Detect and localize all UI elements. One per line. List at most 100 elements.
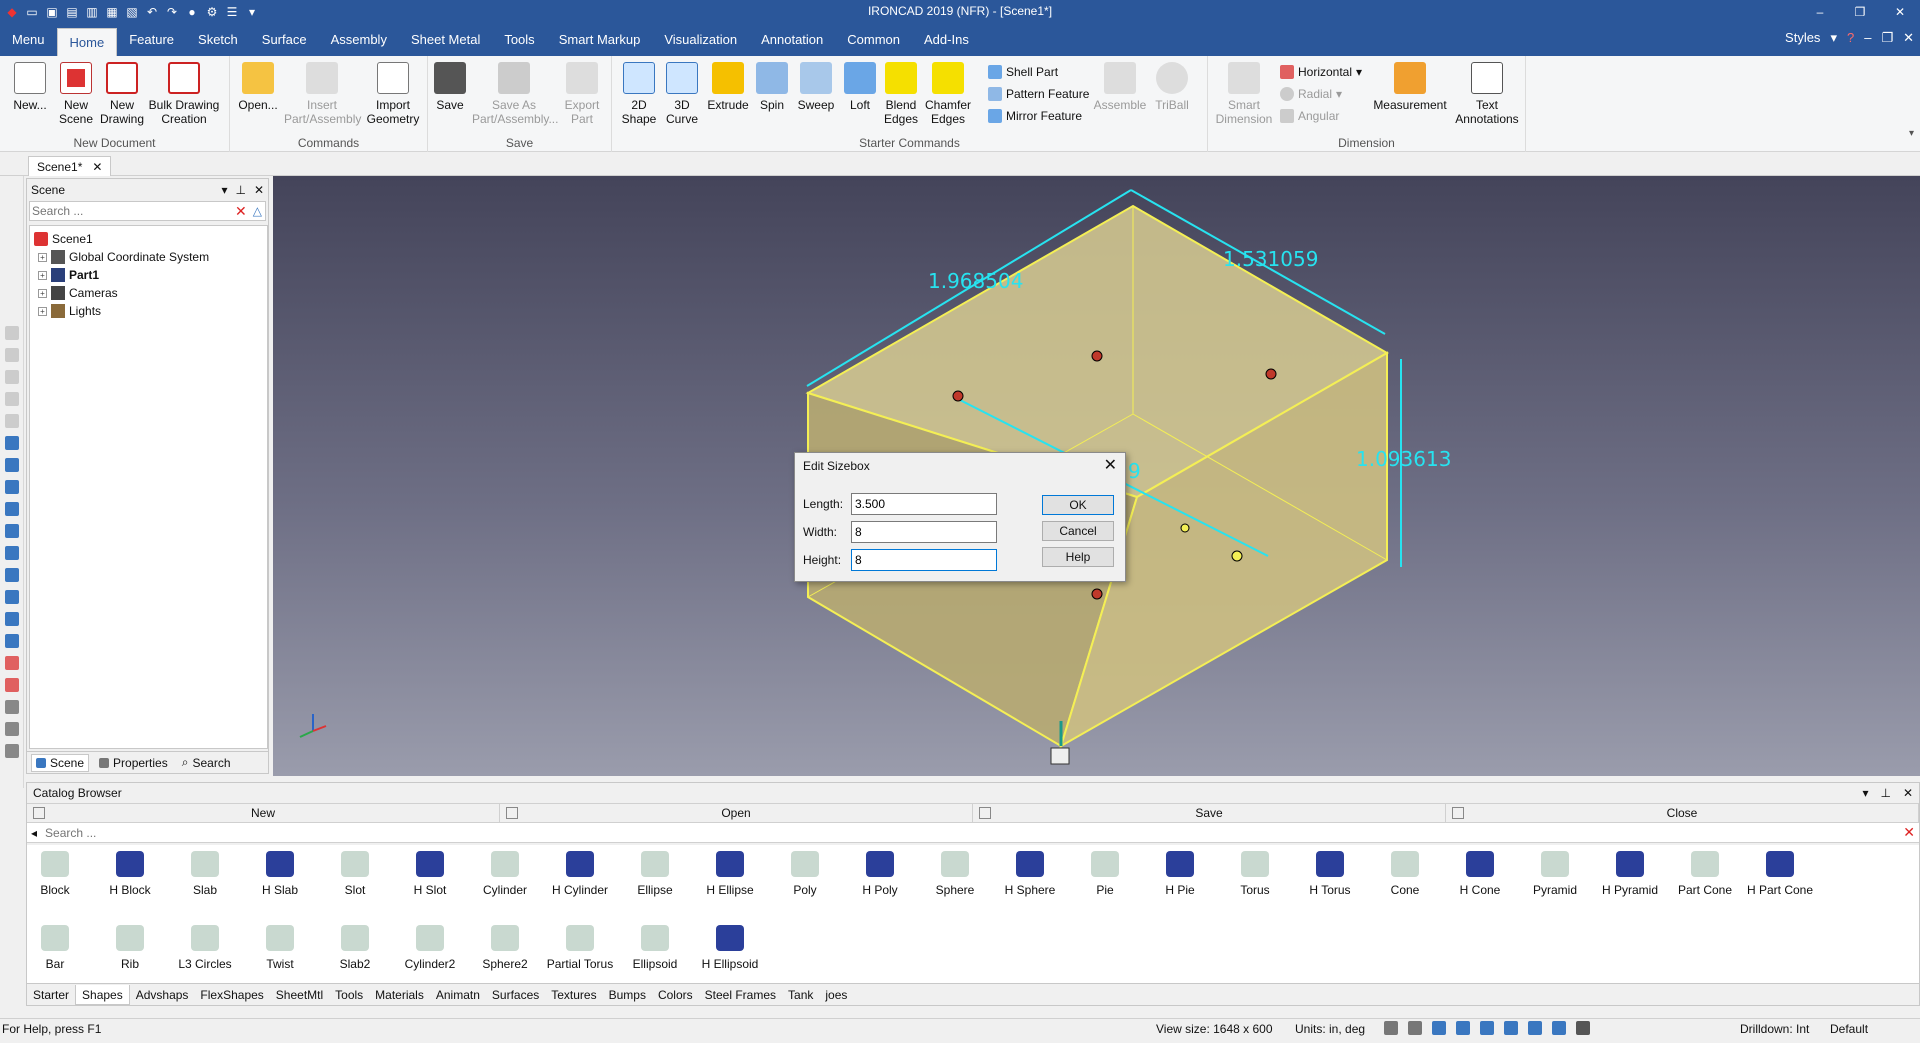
render-icon[interactable] <box>1504 1021 1518 1035</box>
insert-part-button[interactable]: Insert Part/Assembly <box>284 62 361 126</box>
shape-item[interactable]: Slot <box>317 845 393 897</box>
tool-icon-10[interactable] <box>5 524 19 538</box>
tab-visualization[interactable]: Visualization <box>652 24 749 56</box>
save-as-button[interactable]: Save As Part/Assembly... <box>472 62 558 126</box>
tab-scene[interactable]: Scene <box>31 753 90 772</box>
customize-qat-icon[interactable]: ▾ <box>244 4 260 20</box>
filter-icon[interactable]: △ <box>250 204 265 218</box>
styles-dropdown-icon[interactable]: ▾ <box>1830 30 1837 46</box>
shape-item[interactable]: H Slot <box>392 845 468 897</box>
display-icon[interactable] <box>1552 1021 1566 1035</box>
catalog-pin-icon[interactable]: ⊥ <box>1880 786 1890 800</box>
document-tab[interactable]: Scene1* ✕ <box>28 156 112 176</box>
shape-item[interactable]: Pyramid <box>1517 845 1593 897</box>
help-icon[interactable]: ? <box>1847 30 1854 46</box>
new-drawing-icon[interactable]: ▤ <box>64 4 80 20</box>
pattern-feature-button[interactable]: Pattern Feature <box>988 84 1089 104</box>
tool-icon-2[interactable] <box>5 348 19 362</box>
tab-smart-markup[interactable]: Smart Markup <box>547 24 653 56</box>
catalog-close-icon[interactable]: ✕ <box>1903 786 1913 800</box>
shape-item[interactable]: Partial Torus <box>542 919 618 971</box>
tool-icon-5[interactable] <box>5 414 19 428</box>
smart-dimension-button[interactable]: Smart Dimension <box>1214 62 1274 126</box>
shape-item[interactable]: Rib <box>92 919 168 971</box>
tree-node-cameras[interactable]: + Cameras <box>30 284 267 302</box>
tree-node-lights[interactable]: + Lights <box>30 302 267 320</box>
export-part-button[interactable]: Export Part <box>558 62 606 126</box>
redo-icon[interactable]: ↷ <box>164 4 180 20</box>
tab-surface[interactable]: Surface <box>250 24 319 56</box>
tab-assembly[interactable]: Assembly <box>319 24 399 56</box>
catalog-tab[interactable]: SheetMtl <box>270 985 329 1005</box>
chamfer-edges-button[interactable]: Chamfer Edges <box>924 62 972 126</box>
catalog-tab[interactable]: FlexShapes <box>194 985 269 1005</box>
shape-item[interactable]: Twist <box>242 919 318 971</box>
loft-button[interactable]: Loft <box>842 62 878 112</box>
panel-dropdown-icon[interactable]: ▾ <box>221 183 227 197</box>
catalog-tab[interactable]: Starter <box>27 985 75 1005</box>
zoom-icon[interactable] <box>1384 1021 1398 1035</box>
shell-part-button[interactable]: Shell Part <box>988 62 1058 82</box>
settings-icon[interactable]: ⚙ <box>204 4 220 20</box>
tool-icon-8[interactable] <box>5 480 19 494</box>
shape-item[interactable]: Pie <box>1067 845 1143 897</box>
tool-icon-13[interactable] <box>5 590 19 604</box>
catalog-tab[interactable]: Surfaces <box>486 985 545 1005</box>
panel-pin-icon[interactable]: ⊥ <box>235 183 245 197</box>
shape-item[interactable]: H Poly <box>842 845 918 897</box>
sizebox-handle[interactable] <box>1180 523 1190 533</box>
catalog-tab[interactable]: Steel Frames <box>699 985 782 1005</box>
length-field[interactable] <box>851 493 997 515</box>
catalog-tab[interactable]: Tank <box>782 985 819 1005</box>
cancel-button[interactable]: Cancel <box>1042 521 1114 541</box>
catalog-tab[interactable]: Colors <box>652 985 699 1005</box>
shape-item[interactable]: H Pyramid <box>1592 845 1668 897</box>
radial-dimension-button[interactable]: Radial ▾ <box>1280 84 1342 104</box>
shape-item[interactable]: Bar <box>17 919 93 971</box>
shape-item[interactable]: H Cylinder <box>542 845 618 897</box>
shape-item[interactable]: Torus <box>1217 845 1293 897</box>
angular-dimension-button[interactable]: Angular <box>1280 106 1339 126</box>
sweep-button[interactable]: Sweep <box>796 62 836 112</box>
anchor-icon[interactable] <box>1050 747 1070 765</box>
tool-icon-15[interactable] <box>5 634 19 648</box>
tab-sketch[interactable]: Sketch <box>186 24 250 56</box>
panel-close-icon[interactable]: ✕ <box>254 183 264 197</box>
minimize-button[interactable]: – <box>1800 0 1840 24</box>
horizontal-dimension-button[interactable]: Horizontal ▾ <box>1280 62 1362 82</box>
tool-icon-17[interactable] <box>5 678 19 692</box>
view-cube-icon[interactable] <box>1432 1021 1446 1035</box>
tree-node-global-coordinate[interactable]: + Global Coordinate System <box>30 248 267 266</box>
catalog-tab[interactable]: Advshaps <box>130 985 195 1005</box>
tool-icon-4[interactable] <box>5 392 19 406</box>
window-restore-icon[interactable]: ❐ <box>1881 30 1893 46</box>
catalog-tab[interactable]: Materials <box>369 985 430 1005</box>
tab-menu[interactable]: Menu <box>0 24 57 56</box>
sizebox-handle[interactable] <box>1091 588 1103 600</box>
dimension-label-height[interactable]: 1.093613 <box>1356 447 1451 471</box>
sizebox-handle[interactable] <box>952 390 964 402</box>
app-icon[interactable]: ◆ <box>4 4 20 20</box>
shape-item[interactable]: H Torus <box>1292 845 1368 897</box>
extrude-button[interactable]: Extrude <box>706 62 750 112</box>
sizebox-handle[interactable] <box>1231 550 1243 562</box>
shape-item[interactable]: H Pie <box>1142 845 1218 897</box>
expand-icon[interactable]: + <box>38 252 47 262</box>
assemble-button[interactable]: Assemble <box>1092 62 1148 112</box>
tool-icon-19[interactable] <box>5 722 19 736</box>
tool-icon-14[interactable] <box>5 612 19 626</box>
shape-item[interactable]: Sphere2 <box>467 919 543 971</box>
shape-item[interactable]: Poly <box>767 845 843 897</box>
shape-item[interactable]: Part Cone <box>1667 845 1743 897</box>
sizebox-handle[interactable] <box>1091 350 1103 362</box>
catalog-close-button[interactable]: Close <box>1446 804 1919 822</box>
spin-button[interactable]: Spin <box>754 62 790 112</box>
document-tab-close-icon[interactable]: ✕ <box>92 160 102 174</box>
shape-item[interactable]: H Part Cone <box>1742 845 1818 897</box>
shape-item[interactable]: Sphere <box>917 845 993 897</box>
ok-button[interactable]: OK <box>1042 495 1114 515</box>
save-button[interactable]: Save <box>432 62 468 112</box>
tab-add-ins[interactable]: Add-Ins <box>912 24 981 56</box>
help-button[interactable]: Help <box>1042 547 1114 567</box>
styles-menu[interactable]: Styles <box>1785 30 1820 46</box>
